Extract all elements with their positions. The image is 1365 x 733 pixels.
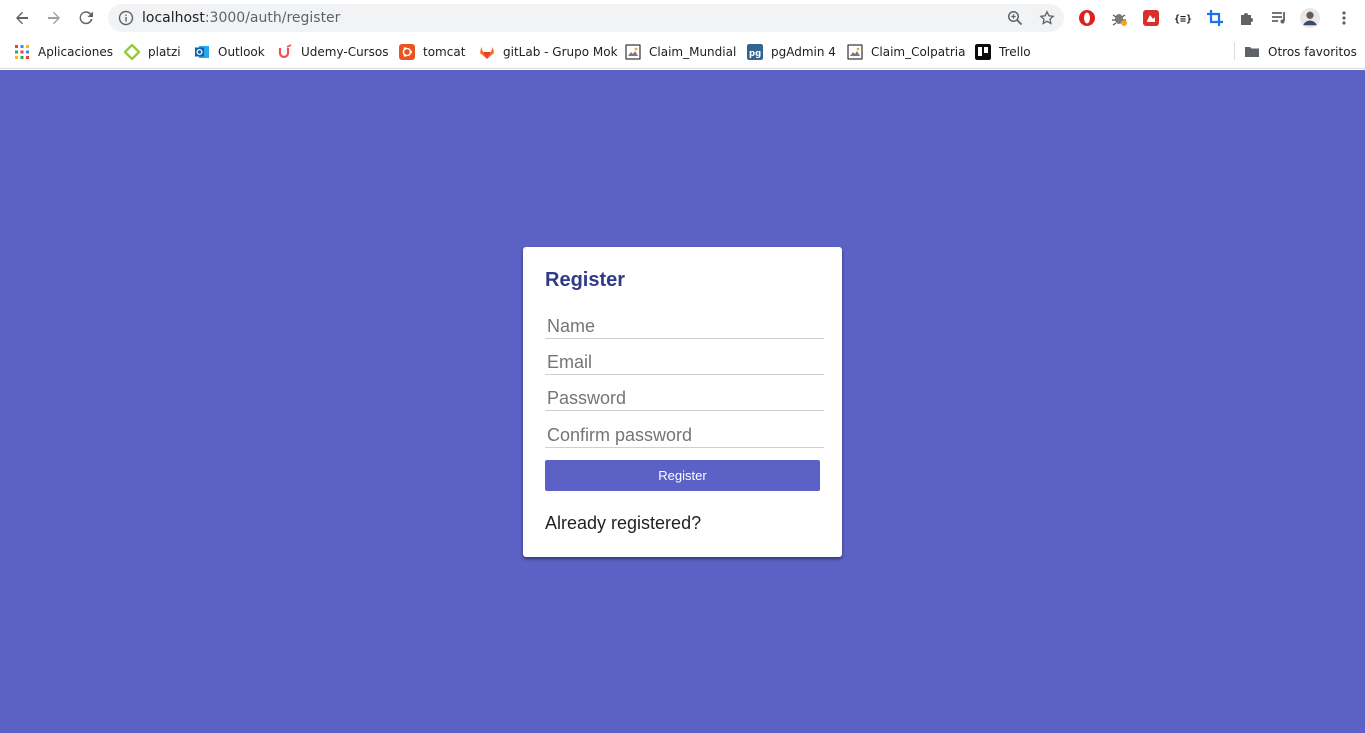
red-extension-icon[interactable] xyxy=(1141,8,1161,28)
bookmark-label: Outlook xyxy=(218,45,265,59)
json-extension-icon[interactable]: {≡} xyxy=(1173,8,1193,28)
udemy-icon xyxy=(278,44,292,59)
email-input[interactable] xyxy=(545,351,824,375)
bookmarks-bar: Aplicaciones platzi Outlook Udemy-Cursos… xyxy=(0,36,1365,69)
bookmark-label: platzi xyxy=(148,45,181,59)
bookmark-label: Trello xyxy=(999,45,1031,59)
zoom-icon[interactable] xyxy=(1007,10,1023,26)
arrow-right-icon xyxy=(48,11,60,25)
bookmark-claim-colpatria[interactable]: Claim_Colpatria xyxy=(847,42,965,62)
pgadmin-icon: pg xyxy=(747,44,763,60)
url-path: :3000/auth/register xyxy=(204,10,341,26)
svg-text:pg: pg xyxy=(749,49,761,59)
bookmark-label: tomcat xyxy=(423,45,466,59)
name-input[interactable] xyxy=(545,315,824,339)
profile-avatar[interactable] xyxy=(1300,8,1320,28)
form-title: Register xyxy=(545,269,626,291)
password-input[interactable] xyxy=(545,387,824,411)
bookmark-platzi[interactable]: platzi xyxy=(124,42,181,62)
bookmark-trello[interactable]: Trello xyxy=(975,42,1031,62)
reload-button[interactable] xyxy=(74,6,98,30)
apps-grid-icon xyxy=(15,45,29,59)
url-text[interactable]: localhost:3000/auth/register xyxy=(142,10,340,26)
image-icon xyxy=(847,44,863,60)
back-button[interactable] xyxy=(10,6,34,30)
info-icon[interactable] xyxy=(118,10,134,26)
register-button[interactable]: Register xyxy=(545,460,820,491)
bookmark-aplicaciones[interactable]: Aplicaciones xyxy=(14,42,113,62)
bookmark-claim-mundial[interactable]: Claim_Mundial xyxy=(625,42,736,62)
bookmark-udemy[interactable]: Udemy-Cursos xyxy=(277,42,388,62)
confirm-password-input[interactable] xyxy=(545,424,824,448)
bookmark-label: Claim_Colpatria xyxy=(871,45,966,59)
bookmark-otros-favoritos[interactable]: Otros favoritos xyxy=(1244,42,1357,62)
image-icon xyxy=(625,44,641,60)
bookmarks-divider xyxy=(1234,42,1235,60)
login-link[interactable]: Already registered? xyxy=(545,513,701,534)
bookmark-label: pgAdmin 4 xyxy=(771,45,836,59)
bookmark-pgadmin[interactable]: pg pgAdmin 4 xyxy=(747,42,836,62)
kebab-menu-icon[interactable] xyxy=(1334,8,1354,28)
url-host: localhost xyxy=(142,10,205,26)
bookmark-label: gitLab - Grupo Mok xyxy=(503,45,618,59)
reload-icon xyxy=(79,11,93,25)
trello-icon xyxy=(975,44,991,60)
ubuntu-icon xyxy=(399,44,415,60)
page-background: Register Register Already registered? xyxy=(0,70,1365,733)
address-bar[interactable]: localhost:3000/auth/register xyxy=(108,4,1064,32)
outlook-icon xyxy=(195,46,209,58)
browser-toolbar: localhost:3000/auth/register {≡} xyxy=(0,0,1365,36)
gitlab-icon xyxy=(480,47,494,59)
playlist-icon[interactable] xyxy=(1269,8,1289,28)
bookmark-outlook[interactable]: Outlook xyxy=(194,42,265,62)
platzi-icon xyxy=(124,44,140,60)
bookmark-label: Aplicaciones xyxy=(38,45,113,59)
bookmark-label: Udemy-Cursos xyxy=(301,45,389,59)
opera-extension-icon[interactable] xyxy=(1077,8,1097,28)
bookmark-gitlab[interactable]: gitLab - Grupo Mok xyxy=(479,42,618,62)
bookmark-tomcat[interactable]: tomcat xyxy=(399,42,465,62)
register-card: Register Register Already registered? xyxy=(523,247,842,557)
folder-icon xyxy=(1245,47,1259,57)
bug-extension-icon[interactable] xyxy=(1109,8,1129,28)
bookmark-label: Otros favoritos xyxy=(1268,45,1357,59)
forward-button[interactable] xyxy=(42,6,66,30)
crop-extension-icon[interactable] xyxy=(1205,8,1225,28)
svg-text:{≡}: {≡} xyxy=(1174,14,1192,25)
star-icon[interactable] xyxy=(1039,10,1055,26)
bookmark-label: Claim_Mundial xyxy=(649,45,737,59)
puzzle-extensions-icon[interactable] xyxy=(1237,8,1257,28)
arrow-left-icon xyxy=(16,11,28,25)
